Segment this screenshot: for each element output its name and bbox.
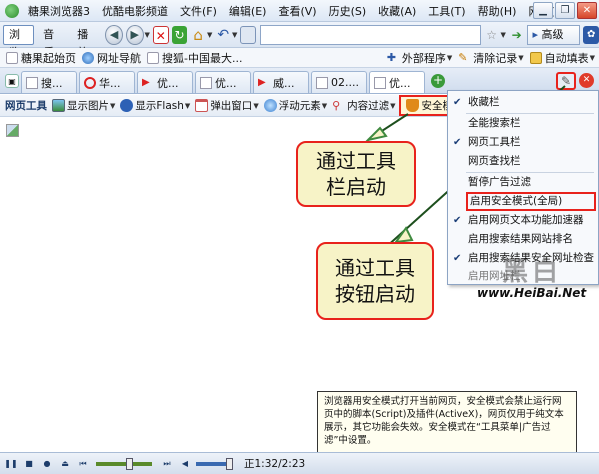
menu-item-label: 网页查找栏: [468, 155, 521, 167]
callout-button-text: 通过工具 按钮启动: [335, 256, 415, 306]
menu-item-label: 暂停广告过滤: [468, 176, 531, 188]
volume-slider[interactable]: [196, 457, 233, 470]
check-icon: ✔: [453, 137, 462, 148]
menu-item-label: 全能搜索栏: [468, 117, 521, 129]
menu-item-favorites-bar[interactable]: ✔ 收藏栏: [448, 93, 598, 112]
check-icon: ✔: [453, 97, 462, 108]
eject-icon[interactable]: ⏏: [58, 457, 72, 471]
menu-item-pause-ad-filter[interactable]: 暂停广告过滤: [448, 173, 598, 192]
tool-settings-dropdown: ✔ 收藏栏 全能搜索栏 ✔ 网页工具栏 网页查找栏 暂停广告过滤 启用安全模式(全局…: [447, 90, 599, 285]
pause-icon[interactable]: ❚❚: [4, 457, 18, 471]
watermark-cn: 黑白: [502, 257, 563, 287]
menu-item-text-accelerator[interactable]: ✔ 启用网页文本功能加速器: [448, 211, 598, 230]
record-icon[interactable]: ●: [40, 457, 54, 471]
menu-item-label: 启用网页文本功能加速器: [468, 214, 584, 226]
previous-icon[interactable]: ⏮: [76, 457, 90, 471]
menu-item-safe-mode-global[interactable]: 启用安全模式(全局): [466, 192, 596, 211]
progress-slider[interactable]: [96, 457, 152, 470]
menu-item-label: 启用搜索结果网站排名: [468, 233, 573, 245]
callout-button: 通过工具 按钮启动: [316, 242, 434, 320]
play-time: 正1:32/2:23: [244, 458, 306, 470]
callout-toolbar-text: 通过工具 栏启动: [316, 149, 396, 199]
watermark: 黑白 www.HeiBai.Net: [452, 258, 597, 308]
menu-item-search-bar[interactable]: 全能搜索栏: [448, 114, 598, 133]
menu-item-site-ranking[interactable]: 启用搜索结果网站排名: [448, 230, 598, 249]
next-icon[interactable]: ⏭: [160, 457, 174, 471]
callout-toolbar-frame: 通过工具 栏启动: [296, 141, 416, 207]
menu-item-label: 收藏栏: [468, 96, 500, 108]
callout-toolbar: 通过工具 栏启动: [296, 141, 416, 207]
stop-icon[interactable]: ■: [22, 457, 36, 471]
menu-item-web-tools-bar[interactable]: ✔ 网页工具栏: [448, 133, 598, 152]
check-icon: ✔: [453, 215, 462, 226]
status-bar: ❚❚ ■ ● ⏏ ⏮ ⏭ ◀ 正1:32/2:23: [0, 452, 599, 474]
tooltip-text: 浏览器用安全模式打开当前网页，安全模式会禁止运行网页中的脚本(Script)及插…: [324, 396, 564, 446]
menu-item-find-bar[interactable]: 网页查找栏: [448, 152, 598, 171]
menu-item-label: 网页工具栏: [468, 136, 521, 148]
menu-item-label: 启用安全模式(全局): [470, 195, 563, 207]
callout-button-frame: 通过工具 按钮启动: [316, 242, 434, 320]
progress-thumb[interactable]: [126, 457, 133, 470]
watermark-url: www.HeiBai.Net: [477, 286, 587, 300]
volume-icon[interactable]: ◀: [178, 457, 192, 471]
volume-thumb[interactable]: [226, 457, 233, 470]
